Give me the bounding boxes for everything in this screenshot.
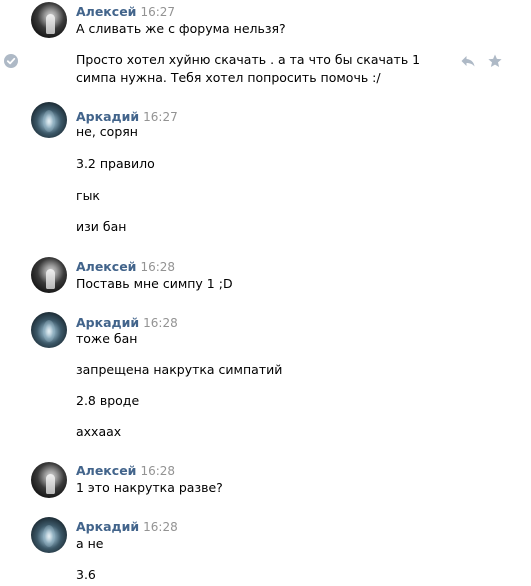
message-time: 16:28 xyxy=(143,520,178,534)
message-text: А сливать же с форума нельзя? xyxy=(76,21,286,36)
message-group[interactable]: Аркадий 16:28 а не 3.6 xyxy=(0,515,531,586)
author-name[interactable]: Аркадий xyxy=(76,315,139,330)
message-text: 3.6 xyxy=(76,567,96,582)
message-group[interactable]: Алексей 16:27 А сливать же с форума нельз… xyxy=(0,0,531,100)
message-time: 16:28 xyxy=(140,464,176,478)
message-time: 16:28 xyxy=(143,316,178,330)
message-time: 16:27 xyxy=(140,5,176,19)
star-icon[interactable] xyxy=(487,53,503,69)
author-name[interactable]: Аркадий xyxy=(76,519,139,534)
message-group[interactable]: Алексей 16:28 Поставь мне симпу 1 ;D xyxy=(0,255,531,310)
message-text: 1 это накрутка разве? xyxy=(76,480,223,495)
message-time: 16:27 xyxy=(143,110,178,124)
author-name[interactable]: Аркадий xyxy=(76,109,139,124)
message-text: изи бан xyxy=(76,219,127,234)
author-name[interactable]: Алексей xyxy=(76,4,136,19)
message-group[interactable]: Аркадий 16:27 не, сорян 3.2 правило гык и… xyxy=(0,100,531,255)
message-text: Просто хотел хуйню скачать . а та что бы… xyxy=(76,52,421,85)
avatar[interactable] xyxy=(31,2,67,38)
message-group[interactable]: Аркадий 16:28 тоже бан запрещена накрутка… xyxy=(0,310,531,460)
message-text: 3.2 правило xyxy=(76,156,155,171)
reply-arrow-icon[interactable] xyxy=(460,53,476,69)
author-name[interactable]: Алексей xyxy=(76,463,136,478)
message-text: запрещена накрутка симпатий xyxy=(76,362,283,377)
message-time: 16:28 xyxy=(140,260,176,274)
check-circle-icon[interactable] xyxy=(4,54,18,68)
message-text: гык xyxy=(76,188,100,203)
avatar[interactable] xyxy=(31,312,67,348)
message-text: Поставь мне симпу 1 ;D xyxy=(76,276,233,291)
message-text: тоже бан xyxy=(76,331,138,346)
message-group[interactable]: Алексей 16:28 1 это накрутка разве? xyxy=(0,460,531,515)
avatar[interactable] xyxy=(31,257,67,293)
avatar[interactable] xyxy=(31,517,67,553)
avatar[interactable] xyxy=(31,462,67,498)
message-text: не, сорян xyxy=(76,124,138,139)
author-name[interactable]: Алексей xyxy=(76,259,136,274)
message-text: а не xyxy=(76,536,104,551)
message-text: аххаах xyxy=(76,424,122,439)
chat-history: Алексей 16:27 А сливать же с форума нельз… xyxy=(0,0,531,586)
avatar[interactable] xyxy=(31,102,67,138)
message-text: 2.8 вроде xyxy=(76,393,140,408)
